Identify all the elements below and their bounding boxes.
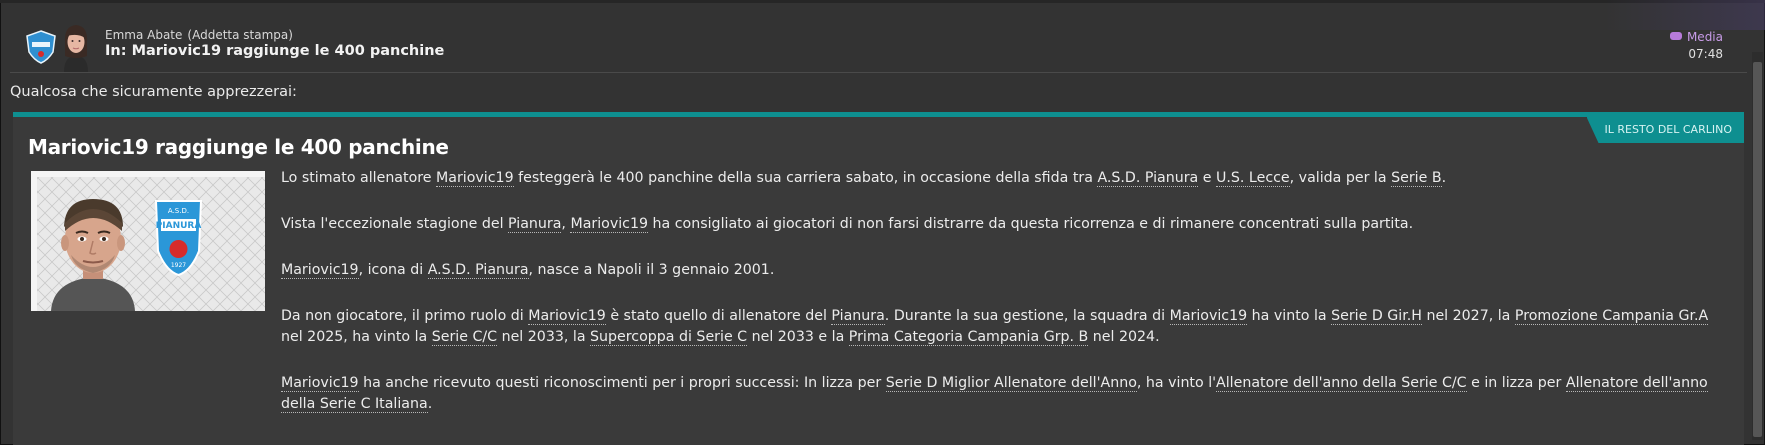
article-accent-bar: [13, 112, 1744, 117]
club-link[interactable]: A.S.D. Pianura: [1097, 170, 1199, 187]
crest-year: 1927: [171, 262, 186, 269]
text-run: . Durante la sua gestione, la squadra di: [884, 308, 1170, 324]
message-subject: In: Mariovic19 raggiunge le 400 panchine: [105, 43, 445, 59]
manager-link[interactable]: Mariovic19: [1169, 308, 1248, 325]
tag-icon: [1669, 32, 1682, 40]
award-link[interactable]: Allenatore dell'anno della Serie C/C: [1216, 375, 1467, 392]
text-run: .: [1441, 170, 1447, 186]
club-crest-icon[interactable]: [26, 30, 56, 64]
sender-line: Emma Abate (Addetta stampa): [105, 28, 293, 42]
paragraph-2: Vista l'eccezionale stagione del Pianura…: [281, 214, 1721, 235]
text-run: è stato quello di allenatore del: [605, 308, 832, 324]
manager-photo[interactable]: A.S.D. PIANURA 1927: [31, 171, 265, 311]
message-header: Emma Abate (Addetta stampa) In: Mariovic1…: [0, 0, 1750, 73]
award-link[interactable]: Serie D Miglior Allenatore dell'Anno: [885, 375, 1137, 392]
text-run: e in lizza per: [1466, 375, 1566, 391]
scrollbar-thumb[interactable]: [1753, 62, 1762, 437]
club-link[interactable]: A.S.D. Pianura: [427, 262, 529, 279]
text-run: ha anche ricevuto questi riconoscimenti …: [358, 375, 886, 391]
text-run: , icona di: [358, 262, 428, 278]
text-run: ha consigliato ai giocatori di non farsi…: [648, 216, 1414, 232]
text-run: .: [427, 396, 433, 412]
text-run: festeggerà le 400 panchine della sua car…: [513, 170, 1098, 186]
priority-tag[interactable]: Media: [1669, 30, 1723, 44]
news-article: IL RESTO DEL CARLINO Mariovic19 raggiung…: [13, 112, 1744, 445]
priority-label: Media: [1686, 30, 1723, 44]
header-divider: [10, 72, 1747, 73]
competition-link[interactable]: Prima Categoria Campania Grp. B: [848, 329, 1089, 346]
competition-link[interactable]: Promozione Campania Gr.A: [1514, 308, 1709, 325]
paragraph-1: Lo stimato allenatore Mariovic19 festegg…: [281, 168, 1721, 189]
text-run: ha vinto la: [1247, 308, 1332, 324]
club-link[interactable]: Pianura: [508, 216, 562, 233]
text-run: , nasce a Napoli il 3 gennaio 2001.: [528, 262, 775, 278]
crest-text-name: PIANURA: [156, 221, 202, 231]
text-run: e: [1198, 170, 1217, 186]
crest-text-top: A.S.D.: [168, 207, 189, 215]
text-run: , ha vinto l': [1136, 375, 1217, 391]
article-body: Lo stimato allenatore Mariovic19 festegg…: [281, 168, 1721, 440]
text-run: nel 2027, la: [1421, 308, 1515, 324]
paragraph-5: Mariovic19 ha anche ricevuto questi rico…: [281, 373, 1721, 415]
competition-link[interactable]: Serie C/C: [431, 329, 498, 346]
message-time: 07:48: [1688, 47, 1723, 61]
text-run: nel 2025, ha vinto la: [281, 329, 432, 345]
competition-link[interactable]: Serie D Gir.H: [1331, 308, 1422, 325]
intro-text: Qualcosa che sicuramente apprezzerai:: [10, 84, 297, 100]
club-link[interactable]: Pianura: [831, 308, 885, 325]
sender-name[interactable]: Emma Abate: [105, 28, 182, 42]
text-run: nel 2024.: [1088, 329, 1160, 345]
source-badge: IL RESTO DEL CARLINO: [1586, 117, 1744, 143]
club-link[interactable]: U.S. Lecce: [1216, 170, 1290, 187]
text-run: nel 2033 e la: [747, 329, 849, 345]
text-run: nel 2033, la: [497, 329, 591, 345]
manager-link[interactable]: Mariovic19: [436, 170, 514, 187]
text-run: Da non giocatore, il primo ruolo di: [281, 308, 529, 324]
manager-link[interactable]: Mariovic19: [570, 216, 649, 233]
message-meta: Media 07:48: [1669, 30, 1723, 61]
article-headline: Mariovic19 raggiunge le 400 panchine: [28, 135, 449, 159]
manager-link[interactable]: Mariovic19: [528, 308, 606, 325]
manager-link[interactable]: Mariovic19: [281, 375, 359, 392]
competition-link[interactable]: Serie B: [1391, 170, 1442, 187]
avatar[interactable]: [60, 22, 92, 72]
text-run: Lo stimato allenatore: [281, 170, 437, 186]
text-run: Vista l'eccezionale stagione del: [281, 216, 509, 232]
paragraph-4: Da non giocatore, il primo ruolo di Mari…: [281, 306, 1721, 348]
manager-link[interactable]: Mariovic19: [281, 262, 359, 279]
competition-link[interactable]: Supercoppa di Serie C: [590, 329, 748, 346]
sender-role: (Addetta stampa): [187, 28, 293, 42]
paragraph-3: Mariovic19, icona di A.S.D. Pianura, nas…: [281, 260, 1721, 281]
text-run: , valida per la: [1289, 170, 1392, 186]
